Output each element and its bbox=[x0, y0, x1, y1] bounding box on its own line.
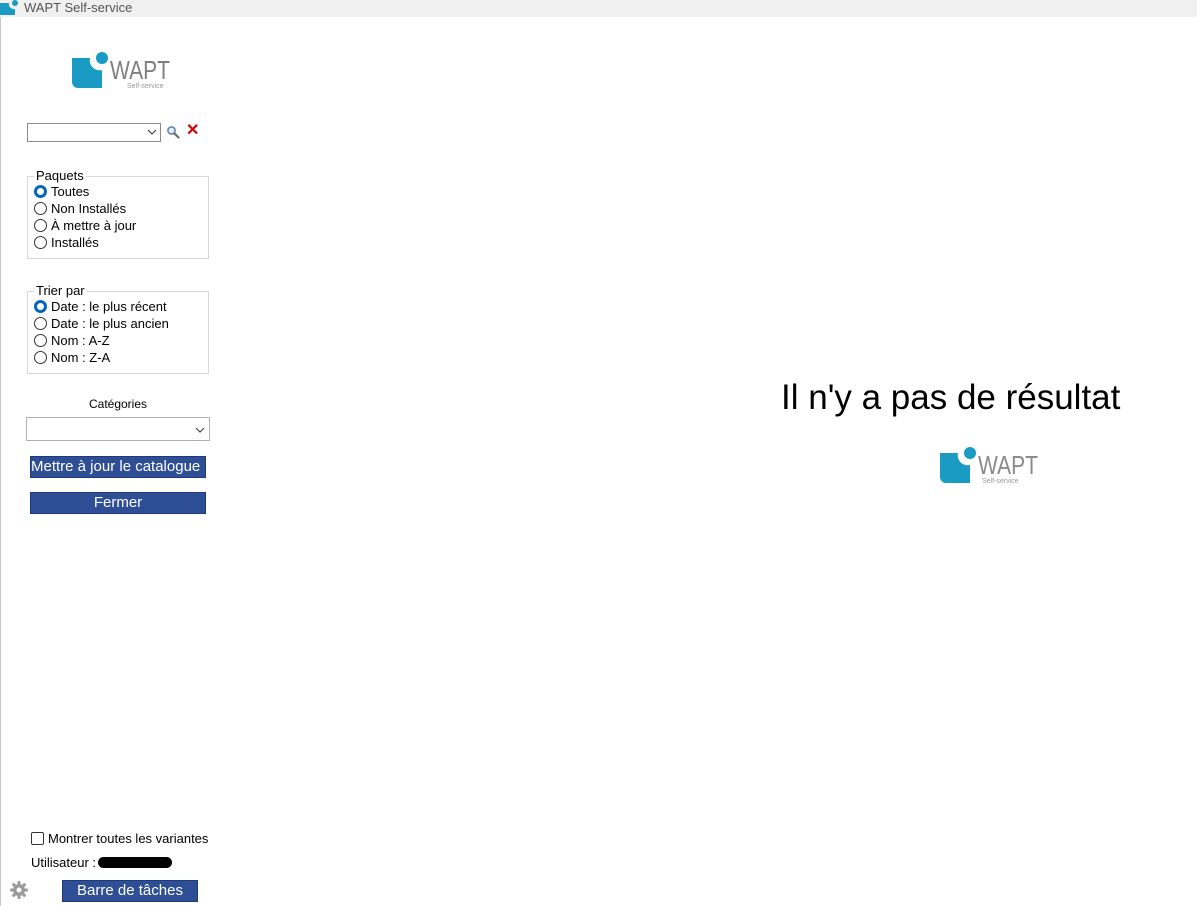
search-icon[interactable] bbox=[166, 125, 180, 139]
radio-label: Nom : Z-A bbox=[51, 350, 111, 365]
radio-empty-icon bbox=[34, 219, 47, 232]
radio-packages-to-update[interactable]: À mettre à jour bbox=[28, 217, 208, 234]
radio-empty-icon bbox=[34, 351, 47, 364]
radio-empty-icon bbox=[34, 202, 47, 215]
radio-packages-installed[interactable]: Installés bbox=[28, 234, 208, 251]
no-result-message: Il n'y a pas de résultat bbox=[781, 378, 1121, 417]
redacted-username bbox=[98, 857, 173, 869]
radio-empty-icon bbox=[34, 317, 47, 330]
title-bar: WAPT Self-service bbox=[0, 0, 1197, 17]
radio-label: Nom : A-Z bbox=[51, 333, 110, 348]
radio-sort-date-newest[interactable]: Date : le plus récent bbox=[28, 298, 208, 315]
radio-sort-date-oldest[interactable]: Date : le plus ancien bbox=[28, 315, 208, 332]
window-title: WAPT Self-service bbox=[24, 0, 133, 15]
radio-label: Non Installés bbox=[51, 201, 127, 216]
radio-label: Toutes bbox=[51, 184, 90, 199]
radio-empty-icon bbox=[34, 236, 47, 249]
gear-icon[interactable] bbox=[9, 880, 29, 900]
chevron-down-icon bbox=[195, 427, 205, 433]
sort-legend: Trier par bbox=[36, 283, 85, 298]
sort-group: Trier par Date : le plus récent Date : l… bbox=[27, 284, 209, 374]
taskbar-button[interactable]: Barre de tâches bbox=[62, 880, 198, 902]
categories-label: Catégories bbox=[88, 397, 148, 411]
clear-icon[interactable]: ✕ bbox=[186, 123, 199, 139]
show-variants-label: Montrer toutes les variantes bbox=[48, 831, 209, 846]
radio-packages-not-installed[interactable]: Non Installés bbox=[28, 200, 208, 217]
radio-label: Installés bbox=[51, 235, 99, 250]
checkbox-icon bbox=[31, 832, 44, 845]
update-catalog-button[interactable]: Mettre à jour le catalogue bbox=[30, 456, 206, 478]
logo-tagline: Self-service bbox=[127, 83, 164, 90]
radio-label: Date : le plus ancien bbox=[51, 316, 169, 331]
chevron-down-icon bbox=[147, 129, 157, 135]
logo-tagline: Self-service bbox=[982, 478, 1019, 485]
radio-sort-name-az[interactable]: Nom : A-Z bbox=[28, 332, 208, 349]
radio-label: À mettre à jour bbox=[51, 218, 137, 233]
packages-legend: Paquets bbox=[36, 168, 84, 183]
radio-label: Date : le plus récent bbox=[51, 299, 167, 314]
logo-wordmark: WAPT bbox=[978, 450, 1038, 480]
radio-selected-icon bbox=[34, 185, 47, 198]
radio-selected-icon bbox=[34, 300, 47, 313]
close-button[interactable]: Fermer bbox=[30, 492, 206, 514]
packages-filter-group: Paquets Toutes Non Installés À mettre à … bbox=[27, 169, 209, 259]
radio-empty-icon bbox=[34, 334, 47, 347]
search-combo[interactable] bbox=[27, 123, 161, 142]
user-info: Utilisateur : bbox=[31, 855, 173, 870]
logo-wordmark: WAPT bbox=[110, 55, 170, 85]
wapt-app-icon bbox=[0, 0, 18, 15]
wapt-logo: WAPT Self-service bbox=[72, 52, 170, 90]
user-label: Utilisateur : bbox=[31, 855, 97, 870]
radio-sort-name-za[interactable]: Nom : Z-A bbox=[28, 349, 208, 366]
categories-select[interactable] bbox=[26, 417, 210, 441]
wapt-logo-center: WAPT Self-service bbox=[940, 447, 1038, 485]
window-border bbox=[0, 17, 1, 906]
show-variants-checkbox[interactable]: Montrer toutes les variantes bbox=[31, 831, 208, 846]
radio-packages-all[interactable]: Toutes bbox=[28, 183, 208, 200]
